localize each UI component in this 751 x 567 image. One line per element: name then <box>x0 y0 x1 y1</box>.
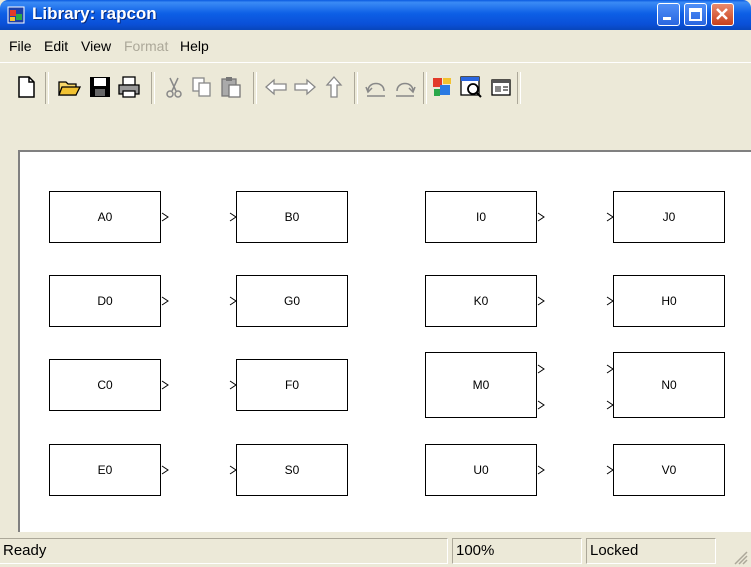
minimize-button[interactable] <box>657 3 680 26</box>
menu-bar: File Edit View Format Help <box>0 30 751 62</box>
menu-view[interactable]: View <box>81 38 111 54</box>
block-d0[interactable]: D0 <box>49 275 161 327</box>
toolbar-separator <box>151 72 155 104</box>
library-browser-icon[interactable] <box>431 75 455 99</box>
menu-help[interactable]: Help <box>180 38 209 54</box>
block-s0[interactable]: S0 <box>236 444 348 496</box>
menu-edit[interactable]: Edit <box>44 38 68 54</box>
block-e0[interactable]: E0 <box>49 444 161 496</box>
block-h0[interactable]: H0 <box>613 275 725 327</box>
paste-icon[interactable] <box>219 75 243 99</box>
toolbar-separator <box>45 72 49 104</box>
close-icon <box>716 8 728 20</box>
debugger-icon[interactable] <box>489 75 513 99</box>
output-port-icon <box>537 212 545 222</box>
block-b0[interactable]: B0 <box>236 191 348 243</box>
toolbar-separator <box>517 72 521 104</box>
output-port-icon <box>537 400 545 410</box>
toolbar-separator <box>354 72 358 104</box>
print-icon[interactable] <box>117 75 141 99</box>
open-folder-icon[interactable] <box>57 75 81 99</box>
toolbar-separator <box>253 72 257 104</box>
maximize-icon <box>689 8 702 21</box>
undo-icon[interactable] <box>364 75 388 99</box>
block-m0[interactable]: M0 <box>425 352 537 418</box>
block-u0[interactable]: U0 <box>425 444 537 496</box>
output-port-icon <box>161 212 169 222</box>
block-n0[interactable]: N0 <box>613 352 725 418</box>
maximize-button[interactable] <box>684 3 707 26</box>
output-port-icon <box>537 364 545 374</box>
status-message: Ready <box>0 538 448 564</box>
status-bar: Ready 100% Locked <box>0 535 751 567</box>
block-f0[interactable]: F0 <box>236 359 348 411</box>
output-port-icon <box>161 465 169 475</box>
output-port-icon <box>161 380 169 390</box>
close-button[interactable] <box>711 3 734 26</box>
redo-icon[interactable] <box>393 75 417 99</box>
model-canvas[interactable]: A0 B0 I0 J0 D0 G0 K0 H0 C0 F0 M0 N0 E0 S… <box>18 150 751 532</box>
toolbar <box>0 62 751 151</box>
model-explorer-icon[interactable] <box>459 75 483 99</box>
forward-arrow-icon[interactable] <box>293 75 317 99</box>
copy-icon[interactable] <box>190 75 214 99</box>
output-port-icon <box>161 296 169 306</box>
cut-icon[interactable] <box>162 75 186 99</box>
block-v0[interactable]: V0 <box>613 444 725 496</box>
library-window: Library: rapcon File Edit View Format He… <box>0 0 751 567</box>
lock-state: Locked <box>586 538 716 564</box>
resize-grip-icon[interactable] <box>732 549 748 565</box>
zoom-level: 100% <box>452 538 582 564</box>
window-title: Library: rapcon <box>32 4 157 23</box>
output-port-icon <box>537 465 545 475</box>
up-arrow-icon[interactable] <box>322 75 346 99</box>
title-bar[interactable]: Library: rapcon <box>0 0 751 30</box>
output-port-icon <box>537 296 545 306</box>
minimize-icon <box>663 17 671 20</box>
menu-format[interactable]: Format <box>124 38 168 54</box>
block-c0[interactable]: C0 <box>49 359 161 411</box>
simulink-library-icon <box>7 6 25 24</box>
block-a0[interactable]: A0 <box>49 191 161 243</box>
block-i0[interactable]: I0 <box>425 191 537 243</box>
save-icon[interactable] <box>88 75 112 99</box>
back-arrow-icon[interactable] <box>264 75 288 99</box>
toolbar-separator <box>423 72 427 104</box>
block-k0[interactable]: K0 <box>425 275 537 327</box>
block-g0[interactable]: G0 <box>236 275 348 327</box>
menu-file[interactable]: File <box>9 38 32 54</box>
block-j0[interactable]: J0 <box>613 191 725 243</box>
new-file-icon[interactable] <box>14 75 38 99</box>
